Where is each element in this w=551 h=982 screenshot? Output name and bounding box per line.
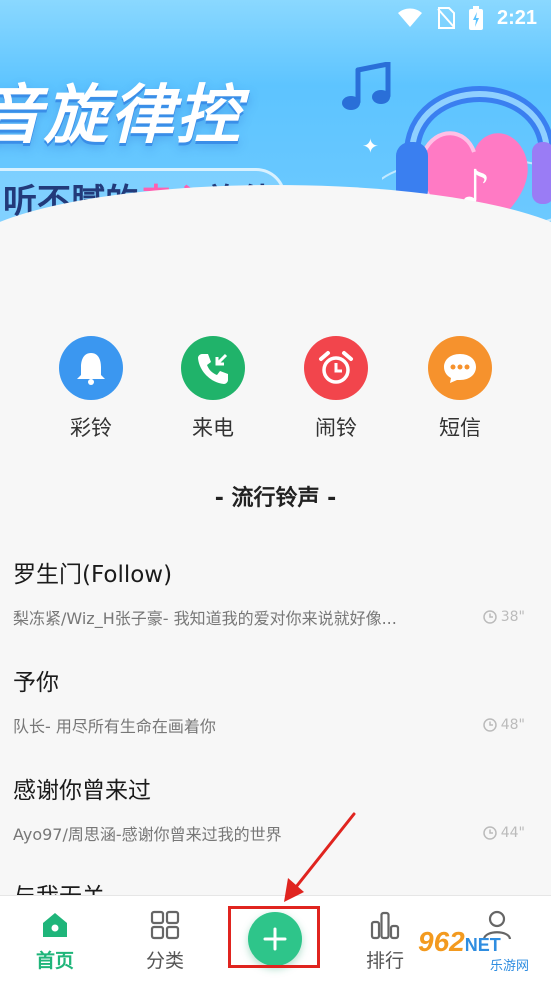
sparkle-icon: ✦ [362, 134, 379, 158]
quick-link-label: 彩铃 [70, 416, 112, 440]
bar-chart-icon [340, 910, 430, 942]
status-bar: 2:21 [0, 0, 551, 36]
nav-ranking[interactable]: 排行 [340, 896, 430, 982]
song-item[interactable]: 予你 队长- 用尽所有生命在画着你 48" [13, 663, 538, 737]
nav-ranking-label: 排行 [365, 950, 404, 972]
headphones-heart-icon: ♪ [382, 86, 551, 242]
quick-link-incoming-call[interactable]: 来电 [168, 336, 258, 442]
nav-category[interactable]: 分类 [120, 896, 210, 982]
status-time: 2:21 [496, 6, 537, 29]
quick-link-label: 短信 [439, 416, 481, 440]
section-title-popular: - 流行铃声 - [214, 486, 337, 511]
song-desc: Ayo97/周思涵-感谢你曾来过我的世界 [13, 825, 282, 844]
watermark-net: NET [464, 935, 501, 955]
banner-title: 音旋律控 [0, 79, 242, 153]
song-duration-text: 48" [500, 717, 525, 733]
banner-subtitle-suffix: 旋律 [207, 181, 275, 222]
home-icon [10, 910, 100, 942]
song-title: 予你 [13, 670, 59, 696]
watermark-sub: 乐游网 [490, 959, 530, 974]
bell-icon [59, 336, 123, 400]
nav-home-label: 首页 [35, 950, 74, 972]
phone-icon [181, 336, 245, 400]
clock-icon [482, 610, 497, 624]
clock-icon [482, 826, 497, 840]
song-duration: 48" [482, 717, 525, 733]
quick-link-caling[interactable]: 彩铃 [46, 336, 136, 442]
battery-charging-icon [468, 6, 483, 30]
svg-text:♪: ♪ [460, 160, 491, 216]
song-duration: 38" [482, 609, 525, 625]
alarm-clock-icon [304, 336, 368, 400]
wifi-icon [397, 8, 423, 28]
quick-link-label: 闹铃 [315, 416, 357, 440]
watermark-main: 962 [418, 926, 465, 957]
grid-icon [120, 910, 210, 942]
song-duration-text: 38" [500, 609, 525, 625]
song-title: 感谢你曾来过 [13, 778, 151, 804]
message-icon [428, 336, 492, 400]
hero-banner[interactable]: 音旋律控 听不腻的 走心 旋律 ✦ ♪ [0, 0, 551, 245]
song-duration: 44" [482, 825, 525, 841]
annotation-highlight-box [228, 906, 320, 968]
quick-links: 彩铃 来电 闹铃 短信 [0, 336, 551, 446]
clock-icon [482, 718, 497, 732]
quick-link-alarm[interactable]: 闹铃 [291, 336, 381, 442]
quick-link-label: 来电 [192, 416, 234, 440]
song-desc: 队长- 用尽所有生命在画着你 [13, 717, 216, 736]
nav-home[interactable]: 首页 [10, 896, 100, 982]
banner-subtitle: 听不腻的 走心 旋律 [0, 168, 286, 228]
banner-subtitle-highlight: 走心 [139, 181, 207, 222]
watermark-logo: 962NET 乐游网 [418, 926, 546, 978]
no-sim-icon [437, 7, 455, 29]
banner-subtitle-prefix: 听不腻的 [3, 181, 139, 222]
song-item[interactable]: 感谢你曾来过 Ayo97/周思涵-感谢你曾来过我的世界 44" [13, 771, 538, 845]
song-desc: 梨冻紧/Wiz_H张子豪- 我知道我的爱对你来说就好像... [13, 609, 397, 628]
song-title: 罗生门(Follow) [13, 562, 173, 588]
song-duration-text: 44" [500, 825, 525, 841]
quick-link-sms[interactable]: 短信 [415, 336, 505, 442]
nav-category-label: 分类 [145, 950, 184, 972]
song-item[interactable]: 罗生门(Follow) 梨冻紧/Wiz_H张子豪- 我知道我的爱对你来说就好像.… [13, 555, 538, 629]
annotation-arrow-icon [284, 812, 356, 902]
